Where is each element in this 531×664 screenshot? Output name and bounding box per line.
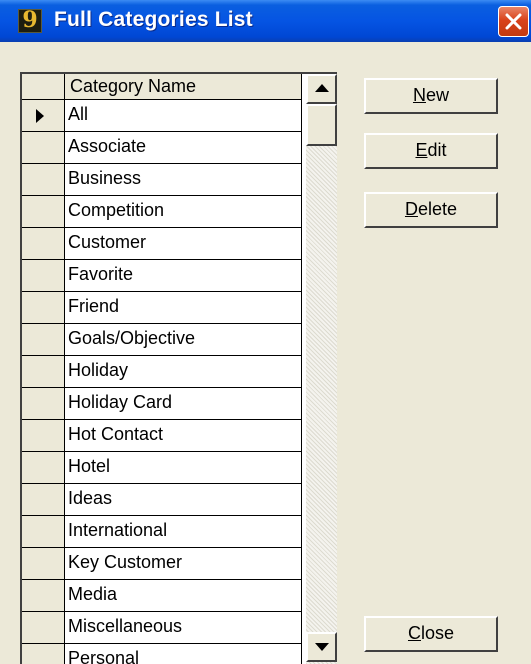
title-bar[interactable]: 9 Full Categories List — [0, 0, 531, 42]
table-row[interactable]: Holiday Card — [22, 388, 302, 420]
table-row[interactable]: Personal — [22, 644, 302, 664]
category-name-cell[interactable]: Friend — [65, 292, 302, 324]
edit-mnemonic: E — [415, 140, 428, 160]
scroll-down-button[interactable] — [306, 632, 337, 662]
row-selector[interactable] — [22, 580, 65, 612]
row-selector[interactable] — [22, 484, 65, 516]
scroll-down-arrow-icon — [315, 643, 329, 651]
vertical-scrollbar[interactable] — [306, 74, 337, 664]
category-name-cell[interactable]: Ideas — [65, 484, 302, 516]
delete-label: elete — [417, 199, 458, 219]
row-selector[interactable] — [22, 356, 65, 388]
category-name-cell[interactable]: Business — [65, 164, 302, 196]
table-row[interactable]: International — [22, 516, 302, 548]
category-name-cell[interactable]: Key Customer — [65, 548, 302, 580]
app-logo-glyph: 9 — [22, 7, 38, 33]
row-selector[interactable] — [22, 100, 65, 132]
table-row[interactable]: Key Customer — [22, 548, 302, 580]
row-selector[interactable] — [22, 420, 65, 452]
grid-corner[interactable] — [22, 74, 65, 100]
full-categories-dialog: 9 Full Categories List Category Name All… — [0, 0, 531, 664]
row-selector[interactable] — [22, 516, 65, 548]
table-row[interactable]: Miscellaneous — [22, 612, 302, 644]
category-name-cell[interactable]: International — [65, 516, 302, 548]
category-name-cell[interactable]: Media — [65, 580, 302, 612]
table-row[interactable]: Media — [22, 580, 302, 612]
category-name-cell[interactable]: Holiday — [65, 356, 302, 388]
new-mnemonic: N — [412, 85, 426, 105]
row-selector[interactable] — [22, 132, 65, 164]
close-x-icon[interactable] — [498, 6, 529, 37]
delete-button[interactable]: Delete — [364, 192, 498, 228]
table-row[interactable]: Customer — [22, 228, 302, 260]
category-name-cell[interactable]: Associate — [65, 132, 302, 164]
row-selector[interactable] — [22, 292, 65, 324]
scroll-up-button[interactable] — [306, 74, 337, 104]
row-pointer-icon — [36, 109, 44, 123]
table-row[interactable]: Favorite — [22, 260, 302, 292]
delete-mnemonic: D — [404, 199, 418, 219]
category-name-cell[interactable]: Holiday Card — [65, 388, 302, 420]
category-name-cell[interactable]: Personal — [65, 644, 302, 664]
row-selector[interactable] — [22, 164, 65, 196]
table-row[interactable]: Business — [22, 164, 302, 196]
row-selector[interactable] — [22, 548, 65, 580]
close-label: lose — [420, 623, 455, 643]
category-name-cell[interactable]: Customer — [65, 228, 302, 260]
new-button[interactable]: New — [364, 78, 498, 114]
row-selector[interactable] — [22, 324, 65, 356]
scroll-up-arrow-icon — [315, 84, 329, 92]
category-name-cell[interactable]: Goals/Objective — [65, 324, 302, 356]
close-mnemonic: C — [407, 623, 421, 643]
categories-grid[interactable]: Category Name All Associate Business Compet… — [20, 72, 337, 664]
app-logo-icon: 9 — [18, 7, 42, 33]
column-header-category-name[interactable]: Category Name — [65, 74, 302, 100]
table-row[interactable]: Hot Contact — [22, 420, 302, 452]
scroll-thumb[interactable] — [306, 104, 337, 146]
table-row[interactable]: Hotel — [22, 452, 302, 484]
row-selector[interactable] — [22, 228, 65, 260]
row-selector[interactable] — [22, 260, 65, 292]
grid-rows: All Associate Business Competition Customer F… — [22, 100, 302, 664]
table-row[interactable]: Holiday — [22, 356, 302, 388]
row-selector[interactable] — [22, 644, 65, 664]
edit-label: dit — [427, 140, 447, 160]
row-selector[interactable] — [22, 612, 65, 644]
new-label: ew — [425, 85, 449, 105]
table-row[interactable]: All — [22, 100, 302, 132]
window-title: Full Categories List — [54, 8, 253, 31]
category-name-cell[interactable]: Hot Contact — [65, 420, 302, 452]
grid-header: Category Name — [22, 74, 306, 100]
table-row[interactable]: Friend — [22, 292, 302, 324]
category-name-cell[interactable]: Hotel — [65, 452, 302, 484]
table-row[interactable]: Goals/Objective — [22, 324, 302, 356]
table-row[interactable]: Ideas — [22, 484, 302, 516]
category-name-cell[interactable]: Miscellaneous — [65, 612, 302, 644]
table-row[interactable]: Competition — [22, 196, 302, 228]
table-row[interactable]: Associate — [22, 132, 302, 164]
row-selector[interactable] — [22, 196, 65, 228]
row-selector[interactable] — [22, 452, 65, 484]
category-name-cell[interactable]: Favorite — [65, 260, 302, 292]
row-selector[interactable] — [22, 388, 65, 420]
category-name-cell[interactable]: Competition — [65, 196, 302, 228]
edit-button[interactable]: Edit — [364, 133, 498, 169]
close-button[interactable]: Close — [364, 616, 498, 652]
category-name-cell[interactable]: All — [65, 100, 302, 132]
